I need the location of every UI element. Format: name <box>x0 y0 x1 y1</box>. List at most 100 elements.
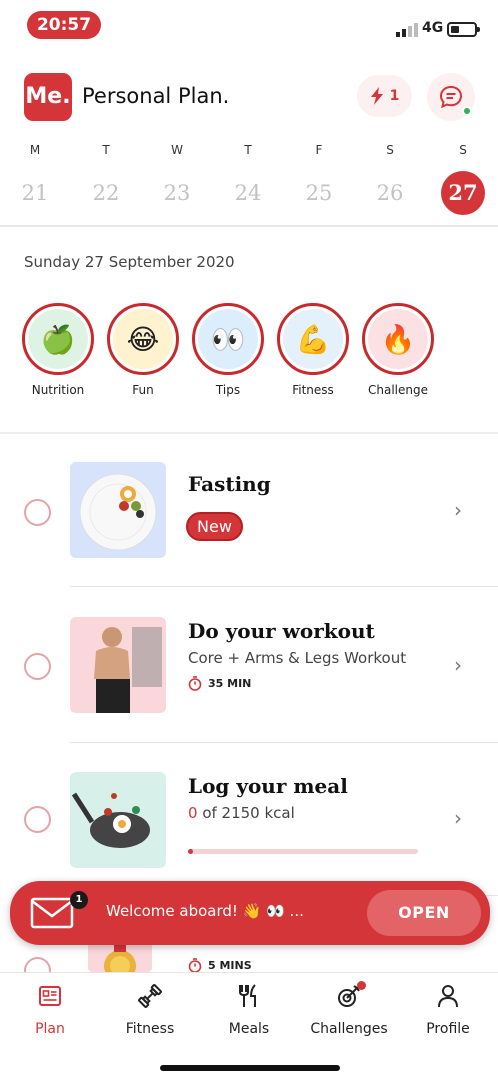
tab-label: Meals <box>228 1021 270 1037</box>
story-tips[interactable]: 👀 Tips <box>192 303 264 397</box>
tab-label: Profile <box>426 1021 470 1037</box>
kcal-consumed: 0 <box>188 804 198 822</box>
day-letter: W <box>171 143 183 157</box>
streak-button[interactable]: 1 <box>357 75 412 117</box>
week-strip: M 21 T 22 W 23 T 24 F 25 S 26 S 27 <box>0 143 498 223</box>
story-ring: 🍏 <box>22 303 94 375</box>
workout-thumbnail <box>70 617 166 713</box>
divider <box>70 742 498 743</box>
story-fun[interactable]: 😂 Fun <box>107 303 179 397</box>
next-task-duration: 5 MINS <box>188 958 252 973</box>
day-letter: M <box>29 143 41 157</box>
story-ring: 💪 <box>277 303 349 375</box>
tab-challenges[interactable]: Challenges <box>299 981 399 1037</box>
task-checkbox[interactable] <box>24 499 51 526</box>
task-duration: 35 MIN <box>188 676 251 691</box>
meal-thumbnail <box>70 772 166 868</box>
day-number: 27 <box>441 171 485 215</box>
mail-icon <box>30 897 74 929</box>
day-number: 23 <box>163 181 191 205</box>
kcal-progress-bar <box>188 849 418 854</box>
plan-icon <box>39 986 61 1006</box>
tab-bar: Plan Fitness Meals Challenges Profile <box>0 972 498 1080</box>
story-ring: 👀 <box>192 303 264 375</box>
cutlery-icon <box>239 984 256 1007</box>
day-letter: T <box>244 143 252 157</box>
story-label: Fun <box>132 383 154 397</box>
duration-text: 35 MIN <box>208 677 252 690</box>
task-title: Log your meal <box>188 774 348 798</box>
story-emoji-icon: 😂 <box>113 309 173 369</box>
online-status-dot <box>462 106 472 116</box>
streak-count: 1 <box>389 88 400 104</box>
welcome-toast[interactable]: 1 Welcome aboard! 👋 👀 ... OPEN <box>10 881 490 945</box>
story-emoji-icon: 👀 <box>198 309 258 369</box>
day-letter: S <box>459 143 467 157</box>
day-22[interactable]: T 22 <box>84 143 128 215</box>
day-23[interactable]: W 23 <box>155 143 199 215</box>
day-21[interactable]: M 21 <box>13 143 57 215</box>
day-number: 24 <box>234 181 262 205</box>
toast-message: Welcome aboard! 👋 👀 ... <box>106 902 304 920</box>
day-number: 22 <box>92 181 120 205</box>
story-nutrition[interactable]: 🍏 Nutrition <box>22 303 94 397</box>
day-letter: T <box>102 143 110 157</box>
story-challenge[interactable]: 🔥 Challenge <box>362 303 434 397</box>
chevron-right-icon: › <box>454 498 462 522</box>
tab-meals[interactable]: Meals <box>199 981 299 1037</box>
kcal-progress-fill <box>188 849 193 854</box>
day-letter: S <box>386 143 394 157</box>
tab-label: Fitness <box>125 1021 175 1037</box>
lightning-icon <box>370 87 383 105</box>
timer-icon <box>188 676 202 691</box>
divider <box>70 586 498 587</box>
profile-icon <box>438 985 458 1008</box>
task-checkbox[interactable] <box>24 653 51 680</box>
story-label: Nutrition <box>31 383 85 397</box>
notification-dot <box>357 981 366 990</box>
task-subtitle: Core + Arms & Legs Workout <box>188 649 407 667</box>
tab-label: Plan <box>35 1021 65 1037</box>
tab-profile[interactable]: Profile <box>398 981 498 1037</box>
home-indicator <box>160 1065 340 1071</box>
story-fitness[interactable]: 💪 Fitness <box>277 303 349 397</box>
network-type: 4G <box>422 20 444 36</box>
tab-label: Challenges <box>310 1021 388 1037</box>
story-label: Fitness <box>292 383 334 397</box>
page-title: Personal Plan. <box>82 84 230 108</box>
task-title: Do your workout <box>188 619 375 643</box>
story-emoji-icon: 💪 <box>283 309 343 369</box>
divider <box>0 432 498 434</box>
day-25[interactable]: F 25 <box>297 143 341 215</box>
day-24[interactable]: T 24 <box>226 143 270 215</box>
timer-icon <box>188 958 202 973</box>
status-bar: 20:57 4G <box>0 0 498 50</box>
fasting-thumbnail <box>70 462 166 558</box>
app-logo: Me. <box>24 73 72 121</box>
day-26[interactable]: S 26 <box>368 143 412 215</box>
divider <box>0 225 498 227</box>
story-label: Tips <box>215 383 241 397</box>
battery-icon <box>447 22 480 37</box>
story-ring: 🔥 <box>362 303 434 375</box>
task-checkbox[interactable] <box>24 806 51 833</box>
tab-plan[interactable]: Plan <box>0 981 100 1037</box>
kcal-summary: 0 of 2150 kcal <box>188 804 295 822</box>
story-emoji-icon: 🔥 <box>368 309 428 369</box>
task-title: Fasting <box>188 472 271 496</box>
day-27[interactable]: S 27 <box>441 143 485 215</box>
chevron-right-icon: › <box>454 653 462 677</box>
dumbbell-icon <box>138 984 162 1008</box>
battery-level <box>451 26 459 33</box>
story-ring: 😂 <box>107 303 179 375</box>
duration-text: 5 MINS <box>208 959 252 972</box>
day-number: 25 <box>305 181 333 205</box>
story-emoji-icon: 🍏 <box>28 309 88 369</box>
tab-fitness[interactable]: Fitness <box>100 981 200 1037</box>
stories-row: 🍏 Nutrition 😂 Fun 👀 Tips 💪 Fitness 🔥 Challenge <box>22 303 434 397</box>
open-button[interactable]: OPEN <box>367 890 481 936</box>
day-number: 26 <box>376 181 404 205</box>
story-label: Challenge <box>368 383 428 397</box>
chat-icon <box>439 85 463 109</box>
kcal-target: of 2150 kcal <box>202 804 295 822</box>
